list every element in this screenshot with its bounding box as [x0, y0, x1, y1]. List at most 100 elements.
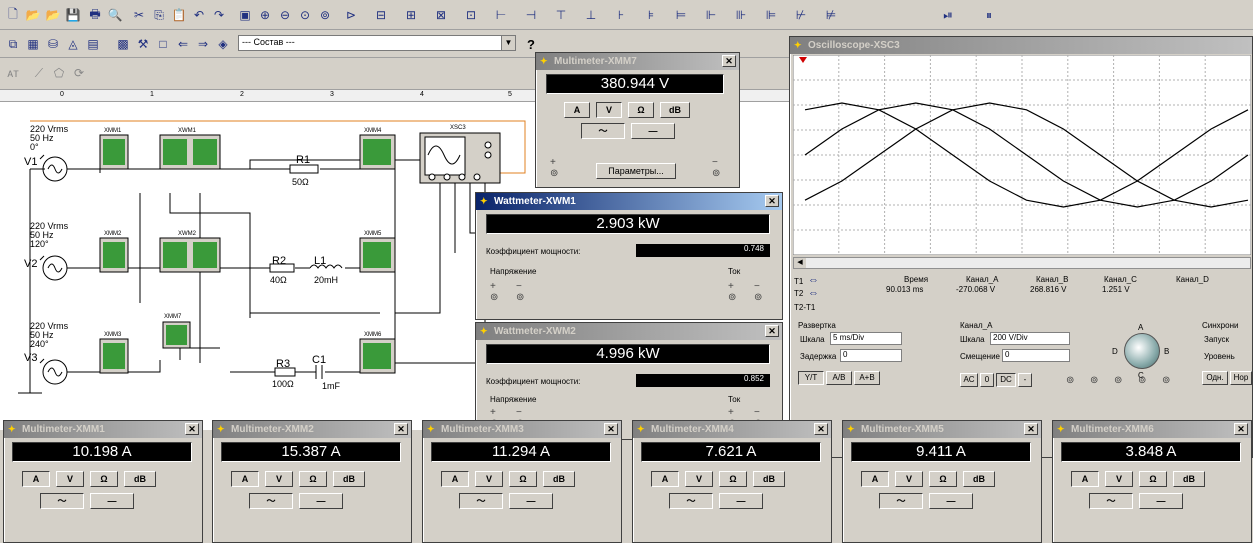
close-icon[interactable]: ✕ [765, 325, 779, 337]
multimeter-xmm7-window[interactable]: ✦ Multimeter-XMM7 ✕ 380.944 V A V Ω dB 〜… [535, 52, 740, 188]
ohm-button[interactable]: Ω [90, 471, 118, 487]
dc-mode-button[interactable]: — [631, 123, 675, 139]
place-misc-icon[interactable]: ⊧ [642, 6, 660, 24]
current-plus-terminal-icon[interactable]: +⊚ [728, 281, 736, 303]
open-sample-icon[interactable]: 📂 [44, 6, 62, 24]
undo-icon[interactable]: ↶ [190, 6, 208, 24]
close-icon[interactable]: ✕ [394, 423, 408, 435]
zoom-area-icon[interactable]: ⊙ [296, 6, 314, 24]
component-wizard-icon[interactable]: ⚒ [134, 35, 152, 53]
design-toolbox-icon[interactable]: ⧉ [4, 35, 22, 53]
component-combo[interactable]: --- Состав --- ▼ [238, 35, 516, 51]
channel-terminal-icon[interactable]: ⊚ [1162, 375, 1170, 386]
multimeter-window[interactable]: ✦ Multimeter-XMM5 ✕ 9.411 A A V Ω dB 〜 — [842, 420, 1042, 543]
multimeter-window[interactable]: ✦ Multimeter-XMM2 ✕ 15.387 A A V Ω dB 〜 … [212, 420, 412, 543]
analysis-icon[interactable]: ▩ [114, 35, 132, 53]
window-titlebar[interactable]: ✦ Wattmeter-XWM1 ✕ [476, 193, 782, 210]
channel-terminal-icon[interactable]: ⊚ [1138, 375, 1146, 386]
zoom-fit-icon[interactable]: ⊚ [316, 6, 334, 24]
ac-mode-button[interactable]: 〜 [581, 123, 625, 139]
ohm-button[interactable]: Ω [719, 471, 747, 487]
place-bus-icon[interactable]: ⊫ [762, 6, 780, 24]
paste-icon[interactable]: 📋 [170, 6, 188, 24]
open-file-icon[interactable]: 📂 [24, 6, 42, 24]
place-graphic-icon[interactable]: ⊭ [822, 6, 840, 24]
volt-button[interactable]: V [56, 471, 84, 487]
volt-button[interactable]: V [475, 471, 503, 487]
current-minus-terminal-icon[interactable]: −⊚ [754, 281, 762, 303]
postprocessor-icon[interactable]: ◬ [64, 35, 82, 53]
place-cmos-icon[interactable]: ⊣ [522, 6, 540, 24]
ampere-button[interactable]: A [441, 471, 469, 487]
dc-mode-button[interactable]: — [719, 493, 763, 509]
place-electromech-icon[interactable]: ⊩ [702, 6, 720, 24]
grapher-icon[interactable]: ▤ [84, 35, 102, 53]
voltage-minus-terminal-icon[interactable]: −⊚ [516, 281, 524, 303]
db-button[interactable]: dB [124, 471, 156, 487]
place-text-icon[interactable]: ⊬ [792, 6, 810, 24]
dc-mode-button[interactable]: — [299, 493, 343, 509]
plus-terminal-icon[interactable]: + ⊚ [550, 157, 558, 179]
place-analog-icon[interactable]: ⊡ [462, 6, 480, 24]
channel-scale-input[interactable]: 200 V/Div [990, 332, 1070, 345]
place-misc-digital-icon[interactable]: ⊤ [552, 6, 570, 24]
ampere-button[interactable]: A [861, 471, 889, 487]
window-titlebar[interactable]: ✦ Multimeter-XMM2 ✕ [213, 421, 411, 438]
new-file-icon[interactable]: 🗋 [4, 6, 22, 24]
window-titlebar[interactable]: ✦ Multimeter-XMM1 ✕ [4, 421, 202, 438]
window-titlebar[interactable]: ✦ Oscilloscope-XSC3 [790, 37, 1252, 54]
close-icon[interactable]: ✕ [185, 423, 199, 435]
electrical-rules-icon[interactable]: □ [154, 35, 172, 53]
ampere-button[interactable]: A [651, 471, 679, 487]
db-button[interactable]: dB [1173, 471, 1205, 487]
oscilloscope-xsc3-window[interactable]: ✦ Oscilloscope-XSC3 ◀ T1 ⇔ T2 ⇔ T2-T1 Вр… [789, 36, 1253, 458]
volt-button[interactable]: V [596, 102, 622, 118]
print-preview-icon[interactable]: 🔍 [106, 6, 124, 24]
place-indicator-icon[interactable]: ⊦ [612, 6, 630, 24]
dc-mode-button[interactable]: — [929, 493, 973, 509]
channel-selector-knob[interactable] [1124, 333, 1160, 369]
save-icon[interactable]: 💾 [64, 6, 82, 24]
place-diode-icon[interactable]: ⊞ [402, 6, 420, 24]
ampere-button[interactable]: A [231, 471, 259, 487]
pause-switch-icon[interactable]: ⏸ [974, 6, 1004, 24]
ac-mode-button[interactable]: 〜 [40, 493, 84, 509]
annotation-icon[interactable]: ◈ [214, 35, 232, 53]
cut-icon[interactable]: ✂ [130, 6, 148, 24]
volt-button[interactable]: V [685, 471, 713, 487]
scroll-left-icon[interactable]: ◀ [794, 258, 806, 268]
volt-button[interactable]: V [1105, 471, 1133, 487]
ohm-button[interactable]: Ω [1139, 471, 1167, 487]
offset-input[interactable]: 0 [1002, 349, 1070, 362]
ohm-button[interactable]: Ω [628, 102, 654, 118]
volt-button[interactable]: V [895, 471, 923, 487]
place-basic-icon[interactable]: ⊟ [372, 6, 390, 24]
ohm-button[interactable]: Ω [299, 471, 327, 487]
cursor-t1-arrows-icon[interactable]: ⇔ [808, 274, 819, 286]
window-titlebar[interactable]: ✦ Multimeter-XMM6 ✕ [1053, 421, 1251, 438]
window-titlebar[interactable]: ✦ Multimeter-XMM5 ✕ [843, 421, 1041, 438]
simulation-switch-icon[interactable]: ⏯ [928, 6, 968, 24]
place-mixed-icon[interactable]: ⊥ [582, 6, 600, 24]
window-titlebar[interactable]: ✦ Multimeter-XMM7 ✕ [536, 53, 739, 70]
chevron-down-icon[interactable]: ▼ [501, 36, 515, 50]
copy-icon[interactable]: ⎘ [150, 6, 168, 24]
close-icon[interactable]: ✕ [1234, 423, 1248, 435]
db-button[interactable]: dB [660, 102, 690, 118]
ac-mode-button[interactable]: 〜 [879, 493, 923, 509]
ac-mode-button[interactable]: 〜 [249, 493, 293, 509]
single-trigger-button[interactable]: Одн. [1202, 371, 1228, 385]
multimeter-window[interactable]: ✦ Multimeter-XMM6 ✕ 3.848 A A V Ω dB 〜 — [1052, 420, 1252, 543]
multimeter-window[interactable]: ✦ Multimeter-XMM4 ✕ 7.621 A A V Ω dB 〜 — [632, 420, 832, 543]
zoom-in-icon[interactable]: ⊕ [256, 6, 274, 24]
place-source-icon[interactable]: ⊳ [342, 6, 360, 24]
dc-mode-button[interactable]: — [90, 493, 134, 509]
ac-mode-button[interactable]: 〜 [1089, 493, 1133, 509]
timebase-scale-input[interactable]: 5 ms/Div [830, 332, 902, 345]
ab-mode-button[interactable]: A/B [826, 371, 852, 385]
help-icon[interactable]: ? [522, 35, 540, 53]
full-screen-icon[interactable]: ▣ [236, 6, 254, 24]
db-button[interactable]: dB [963, 471, 995, 487]
close-icon[interactable]: ✕ [1024, 423, 1038, 435]
database-icon[interactable]: ⛁ [44, 35, 62, 53]
